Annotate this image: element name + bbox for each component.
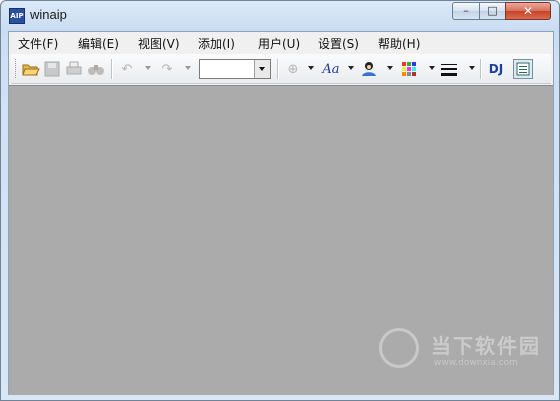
font-style-icon[interactable]: Aa — [319, 59, 343, 79]
menu-file[interactable]: 文件(F) — [18, 35, 58, 52]
undo-dropdown-icon[interactable] — [145, 66, 151, 70]
document-canvas[interactable]: 当下软件园 www.downxia.com — [9, 85, 553, 395]
font-combo-box[interactable] — [199, 59, 271, 79]
window-title: winaip — [30, 7, 67, 22]
find-binoculars-icon[interactable] — [86, 59, 106, 79]
print-icon[interactable] — [64, 59, 84, 79]
minimize-button[interactable]: – — [452, 2, 480, 20]
chevron-down-icon[interactable] — [254, 60, 270, 78]
watermark-logo-icon — [379, 328, 419, 368]
user-icon[interactable] — [359, 59, 379, 79]
color-dropdown-icon[interactable] — [429, 66, 435, 70]
menu-insert[interactable]: 添加(I) — [198, 35, 235, 52]
app-window: AIP winaip – □ ✕ 文件(F) 编辑(E) 视图(V) 添加(I)… — [0, 0, 560, 401]
undo-icon[interactable]: ↶ — [117, 59, 137, 79]
save-icon[interactable] — [42, 59, 62, 79]
redo-dropdown-icon[interactable] — [185, 66, 191, 70]
watermark-url: www.downxia.com — [434, 358, 518, 368]
maximize-button[interactable]: □ — [479, 2, 506, 20]
font-style-dropdown-icon[interactable] — [348, 66, 354, 70]
title-bar[interactable]: AIP winaip – □ ✕ — [1, 1, 559, 31]
line-width-icon[interactable] — [439, 59, 459, 79]
toolbar-separator — [480, 59, 482, 79]
toolbar: ↶ ↷ ⊕ Aa DJ — [11, 54, 551, 84]
redo-icon[interactable]: ↷ — [157, 59, 177, 79]
window-content: 文件(F) 编辑(E) 视图(V) 添加(I) 用户(U) 设置(S) 帮助(H… — [8, 31, 554, 395]
zoom-icon[interactable]: ⊕ — [283, 59, 303, 79]
menu-view[interactable]: 视图(V) — [138, 35, 180, 52]
menu-user[interactable]: 用户(U) — [258, 35, 300, 52]
toolbar-separator — [277, 59, 279, 79]
zoom-dropdown-icon[interactable] — [308, 66, 314, 70]
color-palette-icon[interactable] — [399, 59, 419, 79]
dj-button[interactable]: DJ — [485, 59, 507, 79]
menu-help[interactable]: 帮助(H) — [378, 35, 420, 52]
app-icon: AIP — [9, 8, 25, 24]
menu-settings[interactable]: 设置(S) — [318, 35, 359, 52]
toolbar-grip[interactable] — [15, 59, 19, 78]
user-dropdown-icon[interactable] — [387, 66, 393, 70]
properties-panel-icon[interactable] — [513, 59, 533, 79]
open-folder-icon[interactable] — [21, 59, 41, 79]
menu-edit[interactable]: 编辑(E) — [78, 35, 119, 52]
line-width-dropdown-icon[interactable] — [469, 66, 475, 70]
close-button[interactable]: ✕ — [505, 2, 551, 20]
watermark-text: 当下软件园 — [431, 334, 541, 358]
menu-bar: 文件(F) 编辑(E) 视图(V) 添加(I) 用户(U) 设置(S) 帮助(H… — [9, 32, 553, 52]
toolbar-separator — [111, 59, 113, 79]
